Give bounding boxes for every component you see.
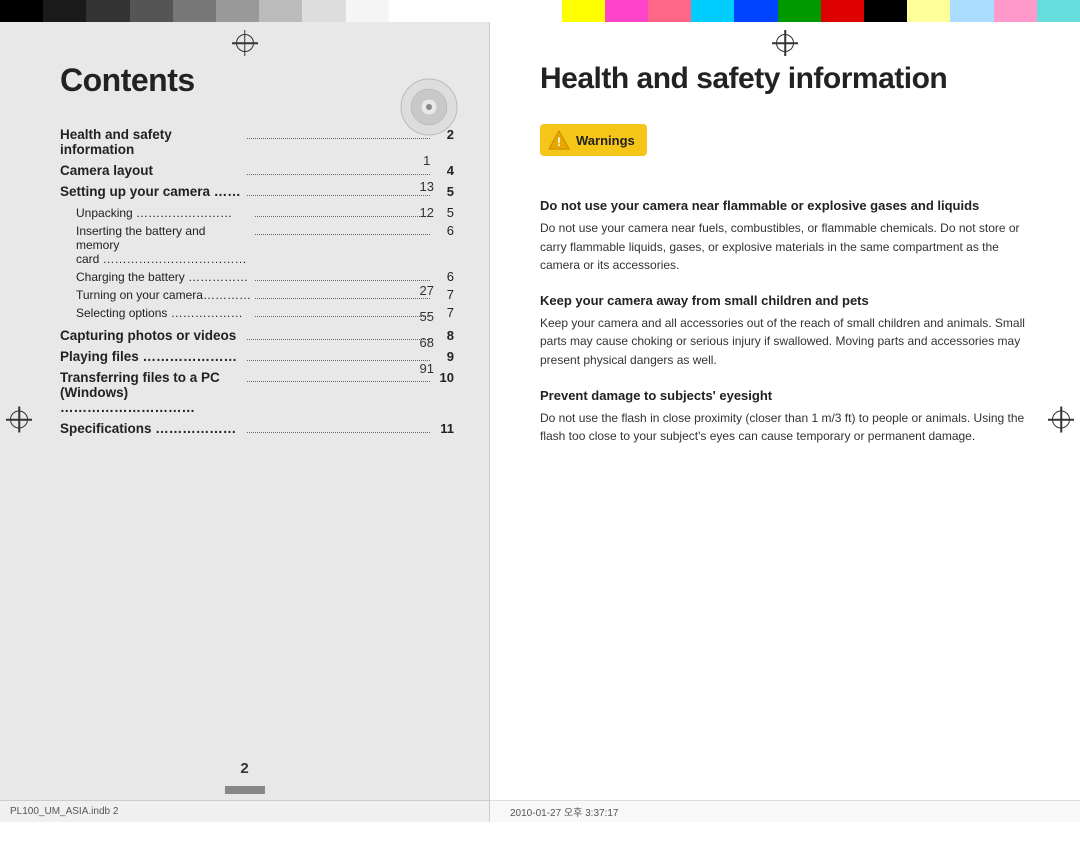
rn-1: 1 (423, 147, 430, 173)
toc-table: Health and safety information 2 Camera l… (60, 127, 454, 436)
color-seg-6 (216, 0, 259, 22)
color-seg-ly (907, 0, 950, 22)
toc-label: Unpacking …………………… (76, 206, 251, 220)
toc-page: 10 (434, 370, 454, 385)
toc-entry-health: Health and safety information 2 (60, 127, 454, 157)
warnings-label: Warnings (576, 133, 635, 148)
svg-text:!: ! (557, 135, 561, 149)
rn-27: 27 (420, 277, 434, 303)
color-seg-lp (994, 0, 1037, 22)
toc-entry-turning-on: Turning on your camera………… 7 (60, 287, 454, 302)
warning-icon: ! (548, 129, 570, 151)
left-page: Contents Health and safety information 2… (0, 22, 490, 822)
toc-entry-setup: Setting up your camera …… 5 (60, 184, 454, 199)
section-title-3: Prevent damage to subjects' eyesight (540, 388, 1030, 403)
reg-mark-top (232, 30, 258, 61)
toc-page: 7 (434, 305, 454, 320)
reg-mark-left (6, 407, 32, 438)
color-seg-8 (302, 0, 345, 22)
right-page: Health and safety information ! Warnings… (490, 22, 1080, 822)
left-page-num-bar (225, 786, 265, 794)
toc-page: 5 (434, 205, 454, 220)
color-seg-3 (86, 0, 129, 22)
rn-68: 68 (420, 329, 434, 355)
toc-label: Capturing photos or videos (60, 328, 243, 343)
toc-page: 5 (434, 184, 454, 199)
bottom-bar-right: 2010-01-27 오후 3:37:17 (490, 800, 1080, 822)
toc-page: 11 (434, 421, 454, 436)
rn-13: 13 (420, 173, 434, 199)
toc-page: 4 (434, 163, 454, 178)
toc-label: Playing files ………………… (60, 349, 243, 364)
rn-91: 91 (420, 355, 434, 381)
contents-title: Contents (60, 62, 454, 99)
color-seg-g (778, 0, 821, 22)
color-seg-m (605, 0, 648, 22)
toc-label: Setting up your camera …… (60, 184, 243, 199)
color-seg-5 (173, 0, 216, 22)
health-safety-title: Health and safety information (540, 62, 1030, 96)
color-seg-9 (346, 0, 389, 22)
color-seg-lb (950, 0, 993, 22)
toc-entry-transferring: Transferring files to a PC(Windows) …………… (60, 370, 454, 415)
color-seg-7 (259, 0, 302, 22)
color-seg-2 (43, 0, 86, 22)
toc-page: 9 (434, 349, 454, 364)
toc-label: Health and safety information (60, 127, 243, 157)
color-seg-lc (1037, 0, 1080, 22)
toc-entry-charging: Charging the battery …………… 6 (60, 269, 454, 284)
toc-entry-selecting: Selecting options ……………… 7 (60, 305, 454, 320)
color-seg-c (691, 0, 734, 22)
section-body-1: Do not use your camera near fuels, combu… (540, 219, 1030, 275)
section-title-2: Keep your camera away from small childre… (540, 293, 1030, 308)
bottom-left-text: PL100_UM_ASIA.indb 2 (10, 806, 118, 817)
toc-entry-capturing: Capturing photos or videos 8 (60, 328, 454, 343)
section-body-2: Keep your camera and all accessories out… (540, 314, 1030, 370)
toc-label: Turning on your camera………… (76, 288, 251, 302)
reg-mark-top-right (772, 30, 798, 61)
color-seg-10 (389, 0, 432, 22)
toc-page: 6 (434, 269, 454, 284)
toc-label: Transferring files to a PC(Windows) …………… (60, 370, 243, 415)
warnings-badge: ! Warnings (540, 124, 647, 156)
bottom-bar-left: PL100_UM_ASIA.indb 2 (0, 800, 489, 822)
toc-entry-specs: Specifications ……………… 11 (60, 421, 454, 436)
toc-entry-playing: Playing files ………………… 9 (60, 349, 454, 364)
color-bar-spacer (432, 0, 562, 22)
rn-55: 55 (420, 303, 434, 329)
toc-page: 8 (434, 328, 454, 343)
reg-mark-right (1048, 407, 1074, 438)
color-seg-1 (0, 0, 43, 22)
rn-12: 12 (420, 199, 434, 225)
toc-label: Selecting options ……………… (76, 306, 251, 320)
section-body-3: Do not use the flash in close proximity … (540, 409, 1030, 446)
bottom-right-date: 2010-01-27 오후 3:37:17 (510, 804, 618, 819)
main-content: Contents Health and safety information 2… (0, 22, 1080, 822)
toc-page: 6 (434, 223, 454, 238)
toc-page: 2 (434, 127, 454, 142)
left-page-number: 2 (240, 760, 248, 777)
color-seg-4 (130, 0, 173, 22)
color-seg-rd (821, 0, 864, 22)
toc-entry-camera-layout: Camera layout 4 (60, 163, 454, 178)
toc-entry-unpacking: Unpacking …………………… 5 (60, 205, 454, 220)
toc-entry-battery-insert: Inserting the battery and memorycard ………… (60, 223, 454, 266)
color-seg-b (734, 0, 777, 22)
toc-page: 7 (434, 287, 454, 302)
color-bar-top (0, 0, 1080, 22)
toc-label: Charging the battery …………… (76, 270, 251, 284)
toc-label: Inserting the battery and memorycard ………… (76, 224, 251, 266)
toc-label: Specifications ……………… (60, 421, 243, 436)
color-seg-y (562, 0, 605, 22)
color-seg-bk (864, 0, 907, 22)
toc-label: Camera layout (60, 163, 243, 178)
section-title-1: Do not use your camera near flammable or… (540, 198, 1030, 213)
color-seg-r (648, 0, 691, 22)
toc-right-column: 1 13 12 27 55 68 91 (420, 147, 434, 381)
